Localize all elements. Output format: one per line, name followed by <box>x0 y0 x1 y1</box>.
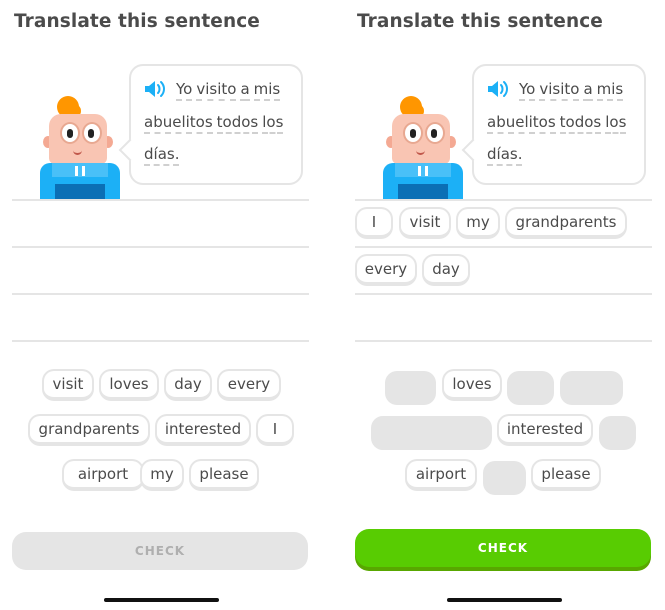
answer-line <box>12 246 309 248</box>
speaker-icon[interactable] <box>486 79 510 99</box>
sentence-word[interactable]: a <box>583 80 593 101</box>
answer-chip[interactable]: every <box>355 254 417 286</box>
word-chip[interactable]: every <box>217 369 281 401</box>
sentence-word[interactable]: abuelitos <box>487 113 556 134</box>
sentence-word[interactable]: Yo <box>176 80 193 101</box>
answer-line <box>12 340 309 342</box>
sentence-word[interactable]: visito <box>539 80 580 101</box>
sentence-word[interactable]: visito <box>196 80 237 101</box>
word-chip[interactable]: please <box>531 459 601 491</box>
sentence-word[interactable]: los <box>605 113 627 134</box>
answer-chip[interactable]: visit <box>399 207 451 239</box>
word-chip[interactable]: airport <box>405 459 477 491</box>
sentence-line-1: Yo visito a mis <box>176 80 284 101</box>
word-chip[interactable]: visit <box>42 369 94 401</box>
word-slot-placeholder <box>507 371 554 405</box>
answer-chip[interactable]: my <box>456 207 500 239</box>
sentence-word[interactable]: Yo <box>519 80 536 101</box>
sentence-line-2: abuelitos todos los <box>144 113 287 134</box>
sentence-word[interactable]: días. <box>144 145 180 166</box>
speech-bubble: Yo visito a mis abuelitos todos los días. <box>118 64 303 185</box>
word-chip[interactable]: loves <box>442 369 502 401</box>
sentence-word[interactable]: todos <box>216 113 259 134</box>
page-title: Translate this sentence <box>14 11 260 32</box>
word-chip[interactable]: grandparents <box>28 414 150 446</box>
character-illustration <box>380 96 470 200</box>
check-button[interactable]: CHECK <box>12 532 308 570</box>
word-chip[interactable]: I <box>256 414 294 446</box>
sentence-word[interactable]: a <box>240 80 250 101</box>
answer-line <box>12 199 309 201</box>
answer-line <box>355 246 652 248</box>
sentence-line-1: Yo visito a mis <box>519 80 627 101</box>
sentence-word[interactable]: mis <box>596 80 624 101</box>
word-chip[interactable]: interested <box>155 414 251 446</box>
exercise-panel-left: Translate this sentence Yo visito a mis abu… <box>12 0 312 610</box>
home-indicator <box>104 598 219 602</box>
sentence-word[interactable]: mis <box>253 80 281 101</box>
word-slot-placeholder <box>483 461 526 495</box>
home-indicator <box>447 598 562 602</box>
check-button[interactable]: CHECK <box>355 529 651 567</box>
answer-chip[interactable]: grandparents <box>505 207 627 239</box>
word-chip[interactable]: airport <box>62 459 144 491</box>
word-chip[interactable]: interested <box>497 414 593 446</box>
sentence-word[interactable]: días. <box>487 145 523 166</box>
sentence-line-3: días. <box>144 145 183 166</box>
word-slot-placeholder <box>599 416 636 450</box>
answer-line <box>12 293 309 295</box>
sentence-line-2: abuelitos todos los <box>487 113 630 134</box>
page-title: Translate this sentence <box>357 11 603 32</box>
exercise-panel-right: Translate this sentence Yo visito a mis abu… <box>355 0 655 610</box>
sentence-word[interactable]: abuelitos <box>144 113 213 134</box>
answer-line <box>355 199 652 201</box>
speech-bubble: Yo visito a mis abuelitos todos los días. <box>461 64 646 185</box>
word-chip[interactable]: loves <box>99 369 159 401</box>
sentence-word[interactable]: los <box>262 113 284 134</box>
character-illustration <box>37 96 127 200</box>
answer-line <box>355 340 652 342</box>
answer-chip[interactable]: day <box>422 254 470 286</box>
word-chip[interactable]: my <box>140 459 184 491</box>
word-chip[interactable]: please <box>189 459 259 491</box>
speaker-icon[interactable] <box>143 79 167 99</box>
answer-chip[interactable]: I <box>355 207 393 239</box>
word-chip[interactable]: day <box>164 369 212 401</box>
answer-line <box>355 293 652 295</box>
word-slot-placeholder <box>371 416 492 450</box>
word-slot-placeholder <box>560 371 623 405</box>
sentence-line-3: días. <box>487 145 526 166</box>
sentence-word[interactable]: todos <box>559 113 602 134</box>
word-slot-placeholder <box>385 371 436 405</box>
